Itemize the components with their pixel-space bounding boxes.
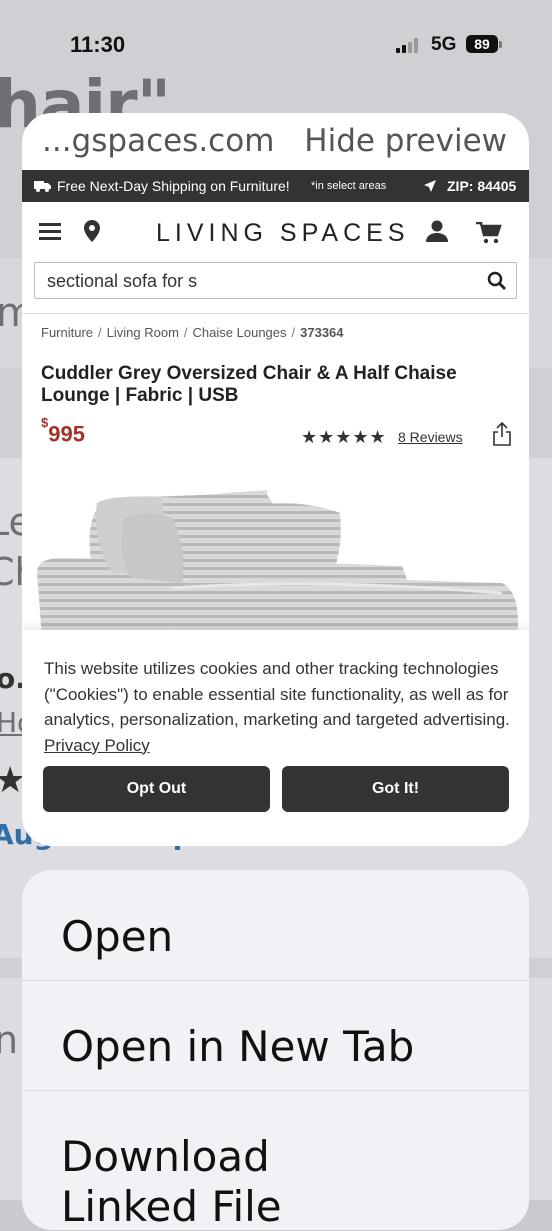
rating-stars: ★★★★★ (301, 427, 387, 447)
signal-icon (396, 37, 422, 53)
site-header: LIVING SPACES (22, 202, 529, 262)
context-menu: Open Open in New Tab Download Linked Fil… (22, 870, 529, 1231)
cookie-text: This website utilizes cookies and other … (44, 659, 510, 755)
product-title: Cuddler Grey Oversized Chair & A Half Ch… (41, 363, 457, 406)
cart-icon[interactable] (476, 222, 502, 244)
product-price: $995 (41, 415, 85, 447)
status-time: 11:30 (70, 32, 126, 57)
product-image[interactable] (22, 458, 529, 630)
location-arrow-icon (424, 180, 436, 192)
preview-header: ...gspaces.com Hide preview (22, 113, 529, 170)
menu-item-download-line2[interactable]: Linked File (61, 1182, 282, 1231)
cookie-banner: This website utilizes cookies and other … (22, 630, 529, 846)
price-value: 995 (48, 421, 85, 447)
hide-preview-button[interactable]: Hide preview (304, 123, 507, 159)
search-box (34, 262, 517, 299)
shipping-banner: Free Next-Day Shipping on Furniture! *in… (22, 170, 529, 202)
menu-item-download[interactable]: Download (61, 1132, 270, 1181)
search-input[interactable] (45, 266, 469, 296)
privacy-policy-link[interactable]: Privacy Policy (44, 736, 150, 755)
site-logo[interactable]: LIVING SPACES (156, 219, 410, 248)
reviews-link[interactable]: 8 Reviews (398, 429, 463, 445)
opt-out-button[interactable]: Opt Out (43, 766, 270, 812)
network-type: 5G (431, 34, 457, 55)
got-it-button[interactable]: Got It! (282, 766, 509, 812)
divider (22, 313, 529, 314)
breadcrumb-sku: 373364 (300, 325, 344, 340)
breadcrumb-item[interactable]: Chaise Lounges (193, 325, 287, 340)
menu-item-open-new-tab[interactable]: Open in New Tab (61, 1022, 414, 1071)
preview-domain: ...gspaces.com (42, 123, 275, 159)
menu-divider (22, 1090, 529, 1091)
menu-divider (22, 980, 529, 981)
battery-icon: 89 (466, 35, 498, 53)
chaise-lounge-illustration (37, 490, 518, 630)
location-pin-icon[interactable] (84, 220, 100, 242)
truck-icon (34, 181, 51, 192)
shipping-text: Free Next-Day Shipping on Furniture! (57, 178, 290, 194)
user-icon[interactable] (426, 220, 448, 242)
breadcrumb-item[interactable]: Furniture (41, 325, 93, 340)
currency-symbol: $ (41, 415, 49, 430)
link-preview-card[interactable]: ...gspaces.com Hide preview Free Next-Da… (22, 113, 529, 846)
breadcrumb: Furniture / Living Room / Chaise Lounges/373… (41, 325, 344, 340)
battery-tip (499, 41, 502, 48)
status-bar: 11:30 5G 89 (0, 0, 552, 90)
hamburger-menu-icon[interactable] (39, 223, 61, 241)
zip-code[interactable]: ZIP: 84405 (447, 178, 516, 194)
shipping-note: *in select areas (311, 180, 387, 192)
breadcrumb-item[interactable]: Living Room (107, 325, 179, 340)
menu-item-open[interactable]: Open (61, 912, 173, 961)
search-icon[interactable] (487, 271, 506, 290)
background-fragment: n (0, 1018, 19, 1062)
share-icon[interactable] (492, 422, 512, 446)
